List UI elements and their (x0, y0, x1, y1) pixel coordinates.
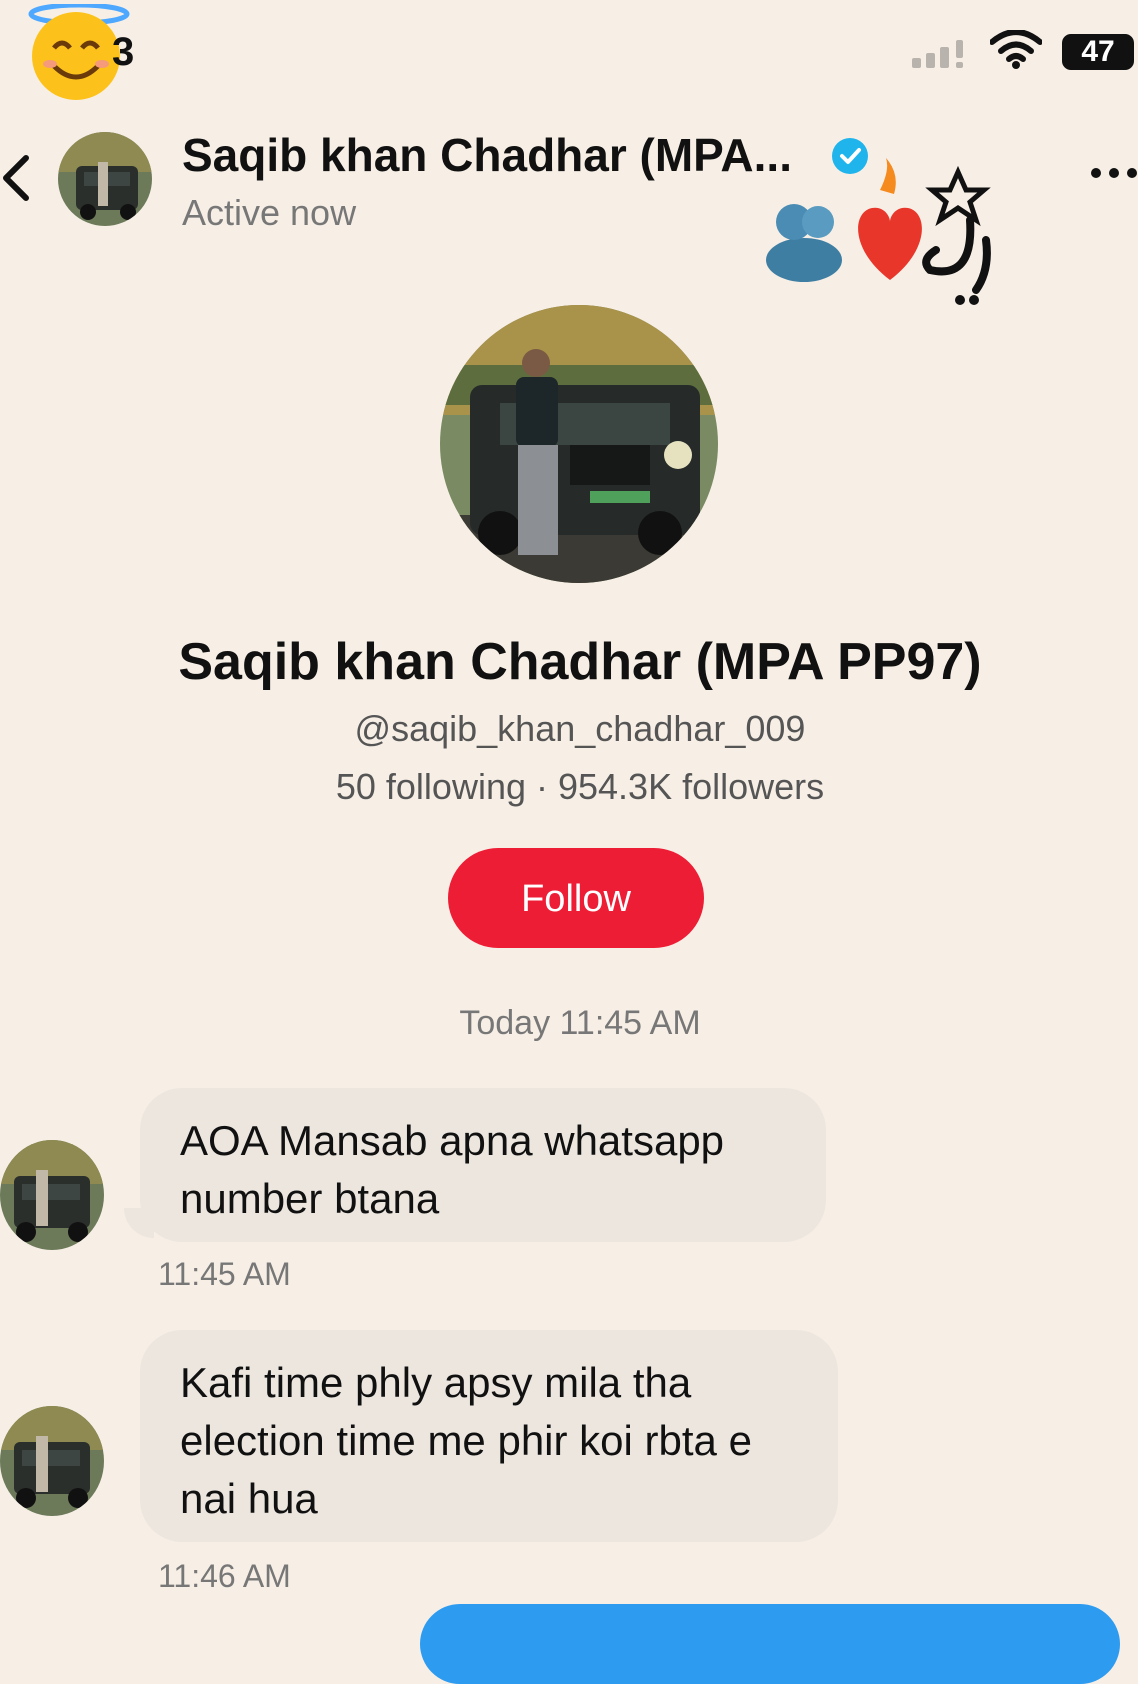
message-time: 11:45 AM (158, 1256, 291, 1292)
message-text: Kafi time phly apsy mila tha election ti… (180, 1359, 752, 1522)
profile-handle: @saqib_khan_chadhar_009 (354, 708, 806, 749)
chat-header: Saqib khan Chadhar (MPA... Active now (0, 110, 1138, 305)
signal-icon (912, 40, 963, 68)
date-separator: Today 11:45 AM (459, 1004, 701, 1042)
header-avatar[interactable] (58, 132, 152, 226)
sticker-icon (766, 158, 991, 305)
message-time: 11:46 AM (158, 1558, 291, 1594)
sent-message-bubble[interactable] (420, 1604, 1120, 1684)
bubble-tail (124, 1208, 154, 1238)
message-text: AOA Mansab apna whatsapp number btana (180, 1117, 725, 1222)
message-avatar[interactable] (0, 1406, 104, 1516)
back-icon[interactable] (0, 148, 40, 208)
status-time: 3 (112, 30, 135, 74)
more-icon[interactable] (1090, 158, 1138, 188)
follow-button[interactable]: Follow (448, 848, 704, 948)
battery-icon: 47 (1062, 34, 1134, 70)
status-bar: 3 47 (0, 0, 1138, 100)
header-name: Saqib khan Chadhar (MPA... (182, 129, 792, 181)
message-bubble[interactable]: AOA Mansab apna whatsapp number btana (140, 1088, 826, 1242)
profile-stats: 50 following · 954.3K followers (335, 766, 825, 807)
message-avatar[interactable] (0, 1140, 104, 1250)
message-bubble[interactable]: Kafi time phly apsy mila tha election ti… (140, 1330, 838, 1542)
battery-level: 47 (1081, 35, 1115, 68)
wifi-icon (990, 30, 1042, 69)
profile-avatar[interactable] (440, 305, 718, 583)
profile-name: Saqib khan Chadhar (MPA PP97) (178, 633, 982, 691)
header-status: Active now (182, 192, 357, 233)
